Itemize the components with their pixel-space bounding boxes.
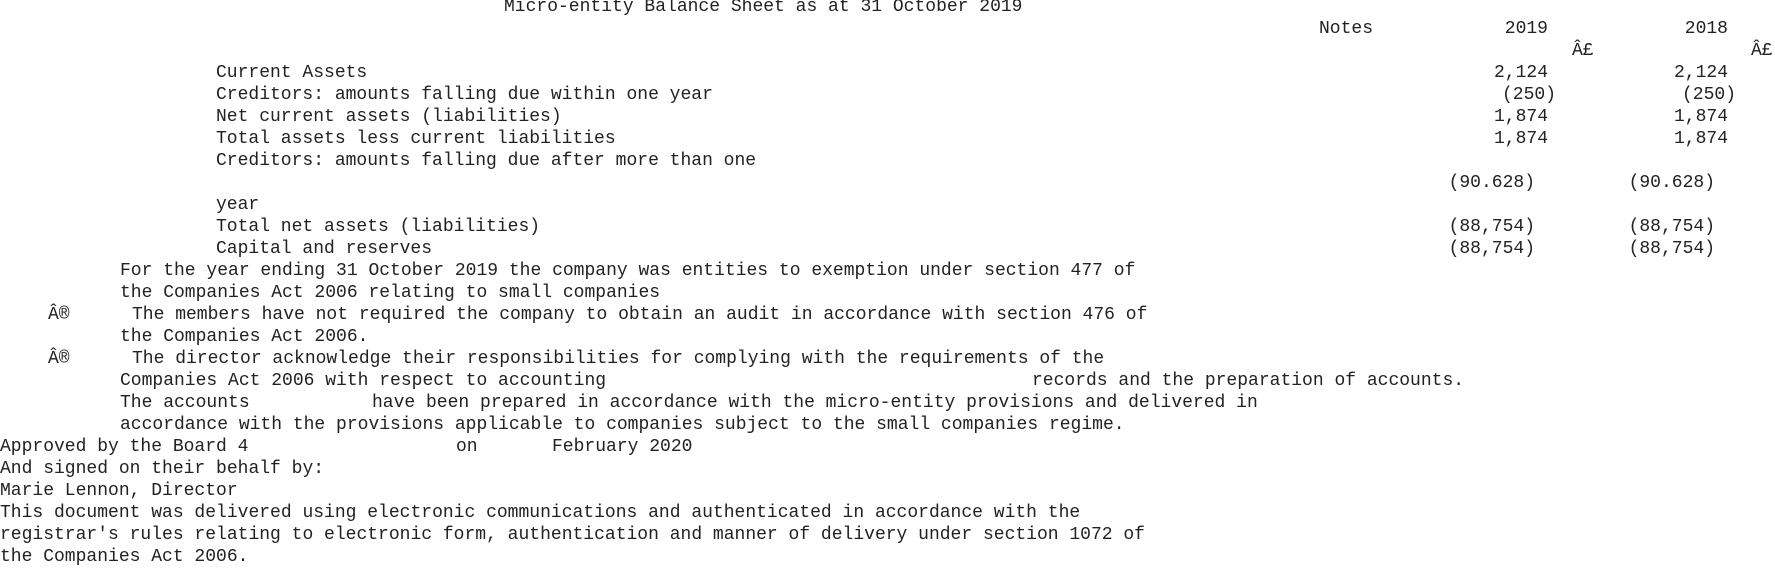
row-value-2018: 1,874 [1673, 107, 1728, 127]
director-statement-line: Companies Act 2006 with respect to accou… [120, 371, 607, 391]
accounts-statement-line: have been prepared in accordance with th… [372, 393, 1258, 413]
signed-on-behalf-line: And signed on their behalf by: [0, 459, 325, 479]
exemption-statement-line: For the year ending 31 October 2019 the … [120, 261, 1136, 281]
row-value-2018: (90.628) [1628, 173, 1715, 193]
approval-line: Approved by the Board 4 [0, 437, 249, 457]
row-value-2018: (250) [1681, 85, 1736, 105]
year-2019-column-header: 2019 [1504, 19, 1548, 39]
year-2018-column-header: 2018 [1684, 19, 1728, 39]
exemption-statement-line: the Companies Act 2006 relating to small… [120, 283, 661, 303]
row-value-2019: (250) [1501, 85, 1556, 105]
audit-statement-line: the Companies Act 2006. [120, 327, 369, 347]
row-label-creditors-after-one-year-cont: year [216, 195, 260, 215]
accounts-statement-line: accordance with the provisions applicabl… [120, 415, 1125, 435]
audit-statement-line: The members have not required the compan… [132, 305, 1148, 325]
row-value-2019: 1,874 [1493, 129, 1548, 149]
row-value-2018: 2,124 [1673, 63, 1728, 83]
row-value-2019: (90.628) [1448, 173, 1535, 193]
row-label-creditors-within-one-year: Creditors: amounts falling due within on… [216, 85, 713, 105]
notes-column-header: Notes [1319, 19, 1374, 39]
delivery-note-line: registrar's rules relating to electronic… [0, 525, 1145, 545]
row-value-2019: 1,874 [1493, 107, 1548, 127]
approval-date: February 2020 [552, 437, 693, 457]
row-value-2019: (88,754) [1448, 239, 1535, 259]
row-value-2018: (88,754) [1628, 239, 1715, 259]
row-label-total-net-assets: Total net assets (liabilities) [216, 217, 541, 237]
row-value-2019: 2,124 [1493, 63, 1548, 83]
row-value-2018: (88,754) [1628, 217, 1715, 237]
delivery-note-line: This document was delivered using electr… [0, 503, 1081, 523]
row-label-net-current-assets: Net current assets (liabilities) [216, 107, 562, 127]
bullet-icon: Â® [48, 305, 70, 325]
row-label-current-assets: Current Assets [216, 63, 368, 83]
accounts-statement-line: The accounts [120, 393, 250, 413]
director-statement-line: records and the preparation of accounts. [1032, 371, 1465, 391]
row-value-2019: (88,754) [1448, 217, 1535, 237]
director-statement-line: The director acknowledge their responsib… [132, 349, 1105, 369]
row-label-capital-and-reserves: Capital and reserves [216, 239, 433, 259]
approval-line: on [456, 437, 478, 457]
currency-2019-label: Â£ [1572, 41, 1594, 61]
row-value-2018: 1,874 [1673, 129, 1728, 149]
page-title: Micro-entity Balance Sheet as at 31 Octo… [504, 0, 1023, 17]
row-label-total-assets-less-current-liabilities: Total assets less current liabilities [216, 129, 616, 149]
bullet-icon: Â® [48, 349, 70, 369]
row-label-creditors-after-one-year: Creditors: amounts falling due after mor… [216, 151, 757, 171]
currency-2018-label: Â£ [1751, 41, 1773, 61]
delivery-note-line: the Companies Act 2006. [0, 547, 249, 567]
signatory-name: Marie Lennon, Director [0, 481, 238, 501]
